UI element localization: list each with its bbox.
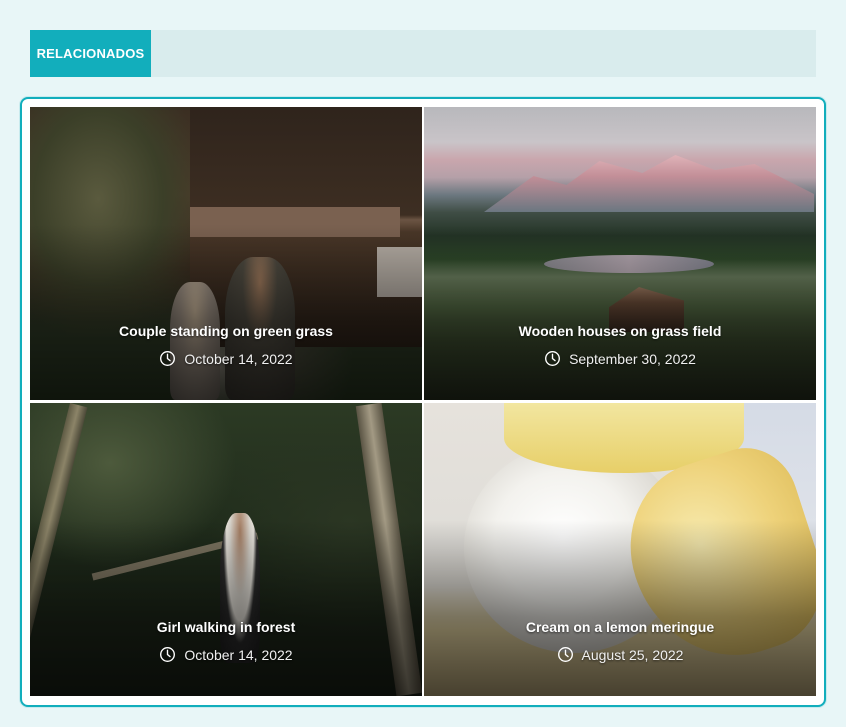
post-date: October 14, 2022 <box>30 350 422 367</box>
post-date: September 30, 2022 <box>424 350 816 367</box>
post-date-text: September 30, 2022 <box>569 350 696 367</box>
post-title-link[interactable]: Cream on a lemon meringue <box>424 619 816 635</box>
post-title-link[interactable]: Girl walking in forest <box>30 619 422 635</box>
post-title-link[interactable]: Wooden houses on grass field <box>424 323 816 339</box>
post-overlay <box>30 224 422 400</box>
post-date-text: October 14, 2022 <box>184 350 293 367</box>
section-header-bar: RELACIONADOS <box>30 30 816 77</box>
post-card[interactable]: Wooden houses on grass field September 3… <box>424 107 816 400</box>
post-overlay <box>424 520 816 696</box>
clock-icon <box>160 351 176 366</box>
post-title-link[interactable]: Couple standing on green grass <box>30 323 422 339</box>
clock-icon <box>545 351 561 366</box>
post-meta: Cream on a lemon meringue August 25, 202… <box>424 619 816 663</box>
post-meta: Girl walking in forest October 14, 2022 <box>30 619 422 663</box>
post-card[interactable]: Girl walking in forest October 14, 2022 <box>30 403 422 696</box>
post-overlay <box>424 224 816 400</box>
post-card[interactable]: Cream on a lemon meringue August 25, 202… <box>424 403 816 696</box>
post-date-text: October 14, 2022 <box>184 646 293 663</box>
post-date: October 14, 2022 <box>30 646 422 663</box>
post-meta: Wooden houses on grass field September 3… <box>424 323 816 367</box>
post-meta: Couple standing on green grass October 1… <box>30 323 422 367</box>
post-overlay <box>30 520 422 696</box>
related-posts-grid: Couple standing on green grass October 1… <box>30 107 816 697</box>
clock-icon <box>160 647 176 662</box>
post-date-text: August 25, 2022 <box>581 646 684 663</box>
post-card[interactable]: Couple standing on green grass October 1… <box>30 107 422 400</box>
post-date: August 25, 2022 <box>424 646 816 663</box>
section-title: RELACIONADOS <box>30 30 151 77</box>
clock-icon <box>557 647 573 662</box>
